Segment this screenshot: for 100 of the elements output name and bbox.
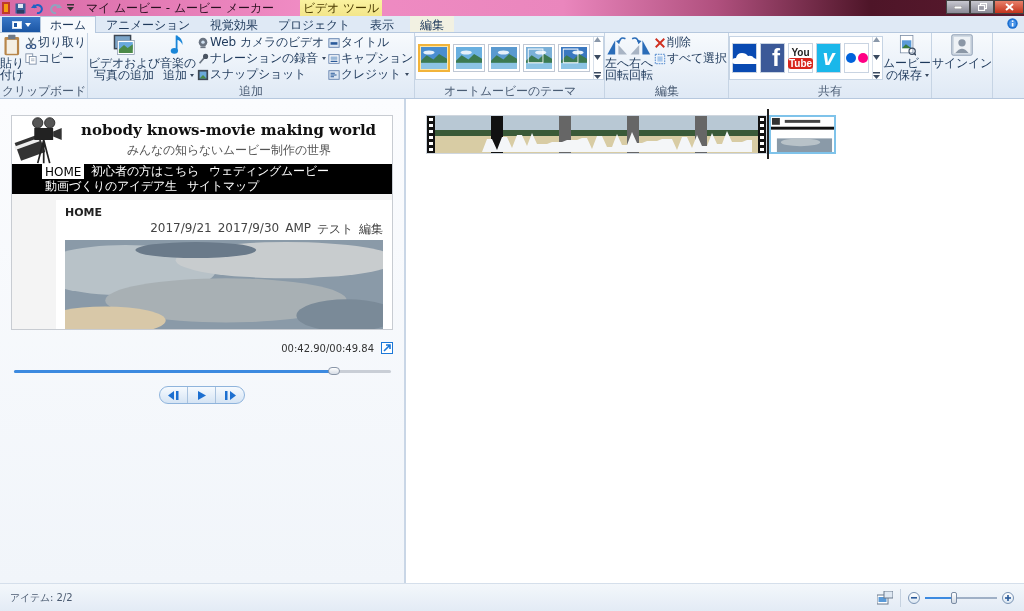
seek-slider[interactable] [14,365,391,377]
post-meta: テスト [317,221,353,238]
theme-thumbnail[interactable] [523,44,555,72]
ribbon-button[interactable]: キャプション [327,51,414,66]
status-text: アイテム: 2/2 [10,590,73,605]
ribbon-button[interactable]: すべて選択 [653,51,728,66]
site-nav-link[interactable]: 動画づくりのアイデア生 [42,179,180,194]
playback-time: 00:42.90/00:49.84 [281,342,374,354]
site-nav-link[interactable]: 初心者の方はこちら [88,164,203,179]
ribbon-tab[interactable]: プロジェクト [268,16,360,32]
theme-thumbnail[interactable] [558,44,590,72]
person-icon [951,34,973,56]
plus-icon [1005,594,1011,601]
ribbon-button[interactable]: タイトル [327,35,414,50]
scroll-down-icon[interactable] [594,54,601,60]
ribbon-button[interactable]: サインイン [932,34,992,69]
site-nav-link[interactable]: ウェディングムービー [206,164,333,179]
close-button[interactable] [994,0,1024,14]
more-icon[interactable] [594,72,601,79]
play-icon [197,390,206,400]
film-photo-icon [113,34,135,56]
film-frame-icon [197,68,209,81]
window-title: マイ ムービー - ムービー メーカー [86,0,275,17]
film-sprocket-icon [427,115,435,153]
group-label: 編集 [653,84,680,98]
ribbon-button[interactable]: 左へ 回転 [605,34,629,81]
fullscreen-icon[interactable] [381,342,393,354]
ribbon-button[interactable]: 切り取り [24,35,87,50]
minimize-icon [954,5,962,9]
share-button[interactable]: f [760,43,785,73]
webcam-icon [197,36,209,49]
post-meta: 2017/9/21 [150,221,212,237]
select-all-icon [654,52,666,65]
microphone-icon [197,52,209,65]
close-icon [1004,3,1014,11]
ribbon-tab[interactable]: ホーム [40,16,96,33]
theme-thumbnail[interactable] [488,44,520,72]
zoom-in-button[interactable] [1002,591,1014,604]
post-meta: AMP [285,221,311,237]
maximize-button[interactable] [970,0,994,14]
ribbon-button[interactable]: 貼り 付け [0,34,24,81]
group-label: オートムービーのテーマ [442,84,577,98]
ribbon-tab[interactable]: 編集 [410,16,454,32]
site-heading: HOME [65,206,104,219]
help-icon[interactable] [1007,18,1018,29]
credits-icon [328,68,340,81]
ribbon-button[interactable]: 音楽の 追加 [160,34,196,81]
ribbon-tab[interactable]: 視覚効果 [200,16,268,32]
ribbon-button[interactable]: 右へ 回転 [629,34,653,81]
rotate-left-icon [605,34,629,56]
zoom-slider[interactable] [925,591,997,604]
app-icon [2,2,10,14]
site-nav-link[interactable]: サイトマップ [184,179,262,194]
delete-icon [654,36,666,49]
restore-icon [977,3,987,11]
document-icon [11,20,22,29]
context-tab-label: ビデオ ツール [300,0,382,16]
ribbon-button[interactable]: Web カメラのビデオ [196,35,327,50]
ribbon-button[interactable]: ビデオおよび 写真の追加 [88,34,160,81]
next-frame-icon [224,390,236,400]
rotate-right-icon [629,34,653,56]
minimize-button[interactable] [946,0,970,14]
group-label: クリップボード [0,84,87,98]
ribbon-button[interactable]: 削除 [653,35,728,50]
scroll-down-icon[interactable] [873,54,880,60]
film-sprocket-icon [758,115,766,153]
group-label: 共有 [817,84,843,98]
zoom-out-button[interactable] [908,591,920,604]
ribbon-button[interactable]: コピー [24,51,87,66]
scroll-up-icon[interactable] [873,37,880,42]
theme-thumbnail[interactable] [418,44,450,72]
share-button[interactable]: You Tube [788,43,813,73]
title-icon [328,36,340,49]
ribbon-tab[interactable]: 表示 [360,16,404,32]
thumbnail-size-icon[interactable] [877,590,893,605]
site-tagline: みんなの知らないムービー制作の世界 [126,142,331,159]
ribbon-button[interactable]: スナップショット [196,67,327,82]
film-save-icon [897,34,917,56]
site-title: nobody knows-movie making world [81,121,377,139]
caption-icon [328,52,340,65]
ribbon-button[interactable]: クレジット [327,67,414,82]
post-meta: 2017/9/30 [217,221,280,237]
more-icon[interactable] [873,72,880,79]
file-menu-button[interactable] [2,17,40,32]
save-icon[interactable] [15,2,26,14]
group-label: 追加 [238,84,264,98]
site-nav-link[interactable]: HOME [42,164,85,179]
ribbon-button[interactable]: ムービー の保存 [883,34,931,81]
dots-icon [843,53,870,63]
share-button[interactable] [732,43,757,73]
customize-icon[interactable] [67,4,74,12]
scissors-icon [25,36,37,49]
caret-icon [24,22,31,27]
theme-thumbnail[interactable] [453,44,485,72]
ribbon-tab[interactable]: アニメーション [96,16,200,32]
copy-icon [25,52,37,65]
share-button[interactable] [844,43,869,73]
previous-frame-icon [168,390,179,400]
image-clip[interactable] [769,114,836,154]
scroll-up-icon[interactable] [594,37,601,42]
